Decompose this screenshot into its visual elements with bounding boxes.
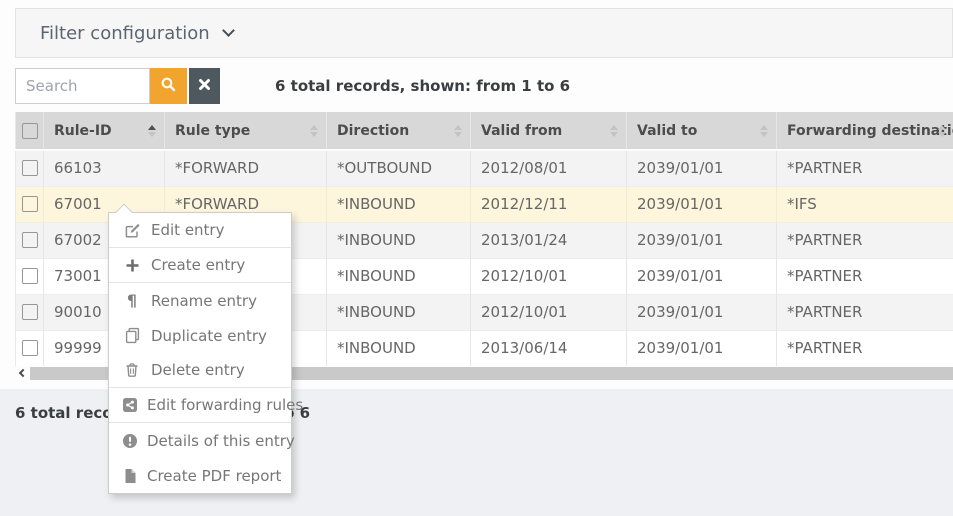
cell-valid-from: 2012/12/11 — [471, 186, 627, 222]
column-label: Forwarding destination — [787, 123, 953, 139]
cell-valid-to: 2039/01/01 — [627, 150, 777, 186]
clear-search-button[interactable] — [189, 68, 220, 104]
menu-item-create-entry[interactable]: Create entry — [109, 248, 291, 283]
menu-item-create-pdf-report[interactable]: Create PDF report — [109, 458, 291, 493]
cell-forwarding-destination: *PARTNER — [777, 330, 953, 366]
file-icon — [122, 468, 138, 484]
clear-icon — [198, 78, 211, 94]
menu-item-label: Details of this entry — [147, 432, 295, 450]
cell-valid-to: 2039/01/01 — [627, 222, 777, 258]
cell-direction: *INBOUND — [327, 330, 471, 366]
table-row[interactable]: 66103 *FORWARD *OUTBOUND 2012/08/01 2039… — [16, 150, 953, 186]
cell-valid-from: 2012/10/01 — [471, 294, 627, 330]
plus-icon — [122, 258, 142, 273]
search-bar — [15, 68, 220, 104]
row-checkbox[interactable] — [22, 196, 38, 212]
cell-direction: *INBOUND — [327, 186, 471, 222]
cell-rule-type: *FORWARD — [165, 150, 327, 186]
pilcrow-icon: ¶ — [122, 291, 142, 310]
checkbox-cell — [16, 258, 44, 294]
cell-forwarding-destination: *PARTNER — [777, 294, 953, 330]
cell-valid-from: 2013/01/24 — [471, 222, 627, 258]
search-icon — [160, 76, 177, 96]
row-checkbox[interactable] — [22, 304, 38, 320]
search-button[interactable] — [150, 68, 187, 104]
table-header-row: Rule-ID Rule type Direction Valid from V… — [16, 112, 953, 150]
menu-item-edit-entry[interactable]: Edit entry — [109, 213, 291, 248]
column-header-forwarding-destination[interactable]: Forwarding destination — [777, 112, 953, 150]
menu-item-duplicate-entry[interactable]: Duplicate entry — [109, 318, 291, 353]
cell-direction: *OUTBOUND — [327, 150, 471, 186]
cell-forwarding-destination: *PARTNER — [777, 258, 953, 294]
select-all-checkbox[interactable] — [22, 123, 38, 139]
exclamation-circle-icon — [122, 433, 138, 449]
search-input[interactable] — [15, 68, 150, 104]
checkbox-cell — [16, 186, 44, 222]
duplicate-icon — [122, 327, 142, 344]
screen: Filter configuration 6 total records, sh… — [0, 0, 953, 516]
sort-icon — [938, 125, 946, 137]
filter-configuration-title: Filter configuration — [40, 23, 210, 44]
sort-icon — [310, 125, 318, 137]
column-label: Rule-ID — [54, 123, 112, 139]
cell-forwarding-destination: *PARTNER — [777, 150, 953, 186]
cell-forwarding-destination: *IFS — [777, 186, 953, 222]
menu-item-label: Delete entry — [151, 361, 245, 379]
trash-icon — [122, 362, 142, 378]
row-checkbox[interactable] — [22, 268, 38, 284]
column-label: Valid from — [481, 123, 562, 139]
scroll-left-arrow-icon[interactable] — [15, 366, 27, 380]
menu-item-label: Rename entry — [151, 292, 257, 310]
menu-item-rename-entry[interactable]: ¶ Rename entry — [109, 283, 291, 318]
sort-icon — [610, 125, 618, 137]
cell-valid-to: 2039/01/01 — [627, 330, 777, 366]
menu-item-label: Edit forwarding rules — [147, 396, 303, 414]
cell-forwarding-destination: *PARTNER — [777, 222, 953, 258]
menu-item-edit-forwarding-rules[interactable]: Edit forwarding rules — [109, 388, 291, 423]
records-summary-top: 6 total records, shown: from 1 to 6 — [275, 68, 570, 104]
checkbox-cell — [16, 222, 44, 258]
cell-valid-to: 2039/01/01 — [627, 186, 777, 222]
cell-valid-from: 2012/10/01 — [471, 258, 627, 294]
row-checkbox[interactable] — [22, 340, 38, 356]
checkbox-cell — [16, 294, 44, 330]
menu-item-delete-entry[interactable]: Delete entry — [109, 353, 291, 388]
column-header-valid-from[interactable]: Valid from — [471, 112, 627, 150]
menu-item-label: Create PDF report — [147, 467, 281, 485]
menu-item-label: Edit entry — [151, 221, 224, 239]
sort-icon — [454, 125, 462, 137]
row-checkbox[interactable] — [22, 232, 38, 248]
menu-item-label: Create entry — [151, 256, 245, 274]
column-header-rule-id[interactable]: Rule-ID — [44, 112, 165, 150]
column-label: Direction — [337, 123, 409, 139]
column-header-rule-type[interactable]: Rule type — [165, 112, 327, 150]
cell-valid-from: 2013/06/14 — [471, 330, 627, 366]
sort-asc-icon — [148, 125, 156, 137]
cell-direction: *INBOUND — [327, 258, 471, 294]
cell-valid-from: 2012/08/01 — [471, 150, 627, 186]
menu-item-details-of-this-entry[interactable]: Details of this entry — [109, 423, 291, 458]
chevron-down-icon — [222, 24, 235, 37]
sort-icon — [760, 125, 768, 137]
menu-item-label: Duplicate entry — [151, 327, 267, 345]
column-label: Rule type — [175, 123, 250, 139]
filter-configuration-header[interactable]: Filter configuration — [15, 8, 953, 58]
column-label: Valid to — [637, 123, 697, 139]
checkbox-cell — [16, 150, 44, 186]
column-header-direction[interactable]: Direction — [327, 112, 471, 150]
share-square-icon — [122, 397, 138, 413]
cell-direction: *INBOUND — [327, 294, 471, 330]
cell-valid-to: 2039/01/01 — [627, 294, 777, 330]
column-header-valid-to[interactable]: Valid to — [627, 112, 777, 150]
edit-icon — [122, 222, 142, 239]
context-menu: Edit entry Create entry ¶ Rename entry D… — [108, 212, 292, 494]
cell-direction: *INBOUND — [327, 222, 471, 258]
row-checkbox[interactable] — [22, 160, 38, 176]
checkbox-cell — [16, 330, 44, 366]
cell-rule-id: 66103 — [44, 150, 165, 186]
select-all-checkbox-cell — [16, 112, 44, 150]
cell-valid-to: 2039/01/01 — [627, 258, 777, 294]
